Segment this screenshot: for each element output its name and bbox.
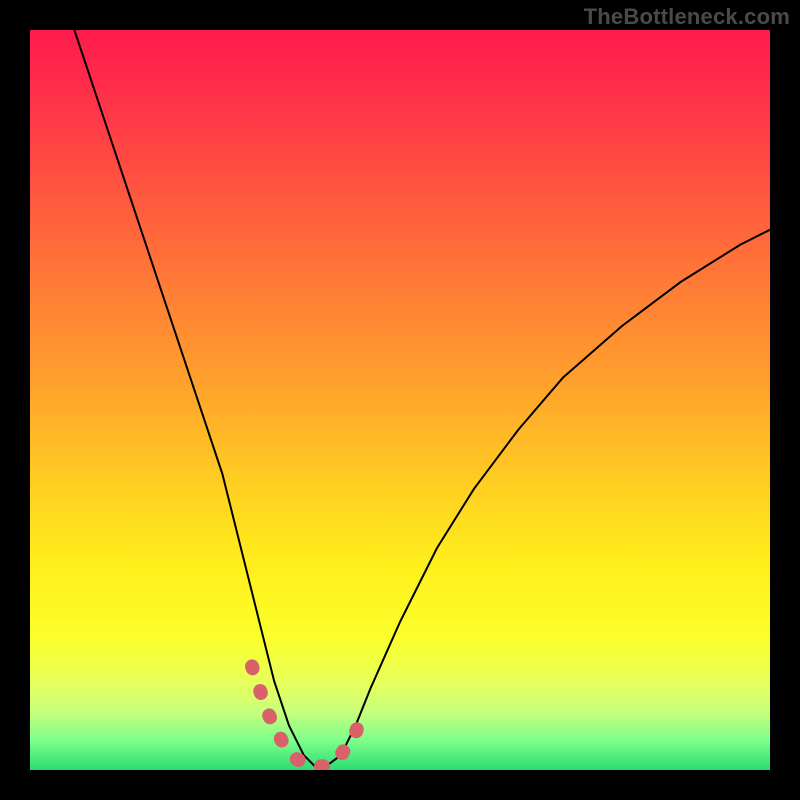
highlight-segment [252,666,363,766]
watermark-text: TheBottleneck.com [584,4,790,30]
plot-area [30,30,770,770]
chart-frame: TheBottleneck.com [0,0,800,800]
bottleneck-curve [74,30,770,766]
curve-layer [30,30,770,770]
